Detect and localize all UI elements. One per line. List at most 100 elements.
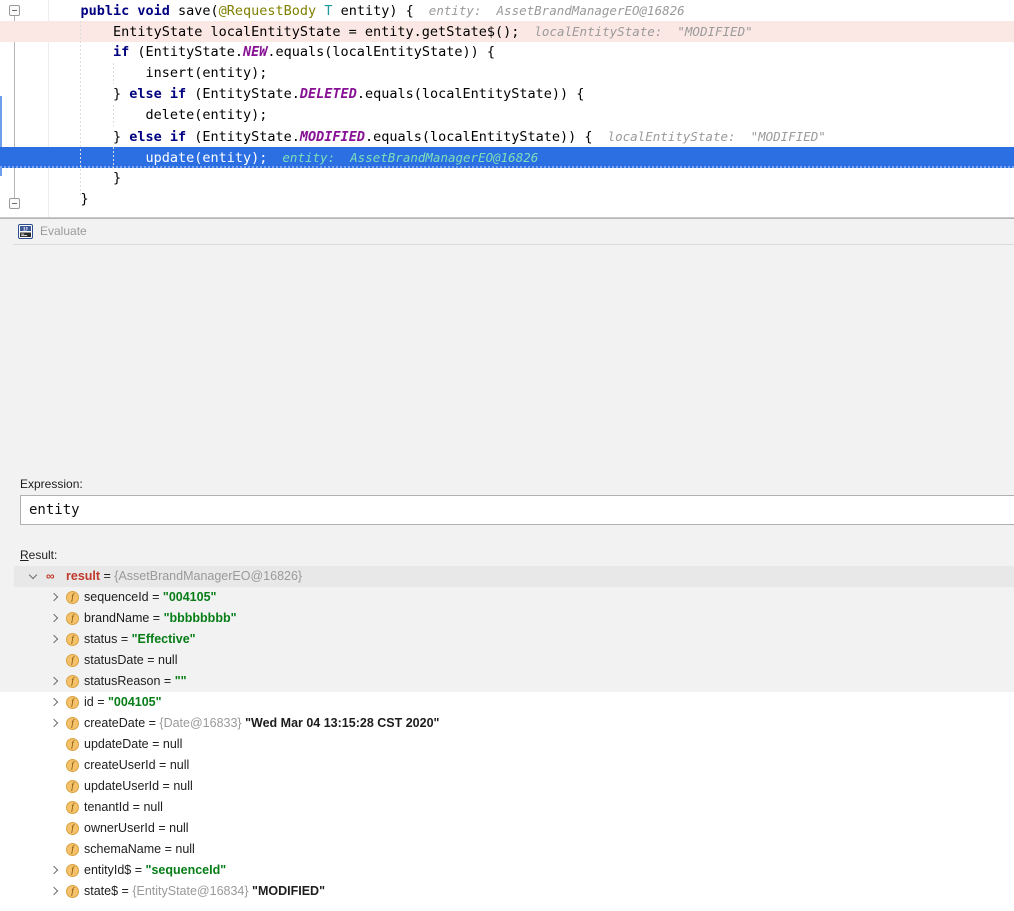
field-icon: f [66,822,79,835]
tree-row[interactable]: f tenantId = null [14,797,1014,818]
code-surface[interactable]: public void save(@RequestBody T entity) … [0,0,1014,218]
field-icon: f [66,801,79,814]
result-glasses-icon: ∞ [46,569,55,583]
field-icon: f [66,843,79,856]
tree-row-label: entityId$ = "sequenceId" [84,863,227,877]
chevron-down-icon[interactable] [28,571,39,582]
tree-row-label: result = {AssetBrandManagerEO@16826} [66,569,303,583]
tree-row-label: tenantId = null [84,800,163,814]
tree-row[interactable]: f createUserId = null [14,755,1014,776]
chevron-right-icon[interactable] [48,592,59,603]
result-tree[interactable]: ∞ result = {AssetBrandManagerEO@16826} f se… [14,566,1014,911]
code-token: else if [129,86,195,102]
chevron-right-icon[interactable] [48,718,59,729]
fold-marker-method-close[interactable] [9,198,20,209]
code-token: insert(entity); [145,65,268,81]
tree-row-result-root[interactable]: ∞ result = {AssetBrandManagerEO@16826} [14,566,1014,587]
code-line[interactable]: delete(entity); [48,105,1014,126]
code-token: NEW [243,44,268,60]
tree-row[interactable]: f ownerUserId = null [14,818,1014,839]
code-token: @RequestBody [218,3,325,19]
chevron-right-icon[interactable] [48,634,59,645]
inline-debugger-hint[interactable]: localEntityState: "MODIFIED" [593,129,826,144]
tree-row[interactable]: f brandName = "bbbbbbbb" [14,608,1014,629]
code-line[interactable]: update(entity); entity: AssetBrandManage… [48,147,1014,168]
field-icon: f [66,864,79,877]
expression-input[interactable]: entity [20,495,1014,525]
dialog-titlebar: IJ Evaluate [0,219,1014,245]
tree-row-label: updateUserId = null [84,779,193,793]
indent-guide [112,147,114,168]
tree-row-label: sequenceId = "004105" [84,590,217,604]
fold-marker-method-open[interactable] [9,5,20,16]
code-token: .equals(localEntityState)) { [267,44,495,60]
expression-label: Expression: [20,477,83,491]
dialog-title: Evaluate [40,224,87,238]
tree-row[interactable]: f status = "Effective" [14,629,1014,650]
tree-row[interactable]: f statusReason = "" [14,671,1014,692]
field-icon: f [66,675,79,688]
chevron-right-icon[interactable] [48,613,59,624]
tree-row-label: brandName = "bbbbbbbb" [84,611,237,625]
code-line[interactable]: } else if (EntityState.DELETED.equals(lo… [48,84,1014,105]
field-icon: f [66,654,79,667]
result-label: Result: [20,548,57,562]
tree-row[interactable]: f id = "004105" [14,692,1014,713]
tree-row-label: id = "004105" [84,695,162,709]
code-token: (EntityState. [194,86,300,102]
code-token: (EntityState. [194,129,300,145]
tree-row-label: statusReason = "" [84,674,187,688]
code-line[interactable]: public void save(@RequestBody T entity) … [48,0,1014,21]
code-token: public [80,3,138,19]
evaluate-dialog: IJ Evaluate Expression: entity Result: ∞… [0,218,1014,898]
code-token: } [112,129,130,145]
code-line[interactable]: EntityState localEntityState = entity.ge… [48,21,1014,42]
field-icon: f [66,885,79,898]
code-token: if [112,44,138,60]
indent-guide [112,105,114,126]
fold-region-line [14,16,15,198]
tree-row-label: createDate = {Date@16833} "Wed Mar 04 13… [84,716,440,730]
tree-row[interactable]: f state$ = {EntityState@16834} "MODIFIED" [14,881,1014,902]
field-icon: f [66,738,79,751]
tree-row[interactable]: f entityId$ = "sequenceId" [14,860,1014,881]
field-icon: f [66,780,79,793]
tree-row[interactable]: f schemaName = null [14,839,1014,860]
chevron-right-icon[interactable] [48,886,59,897]
chevron-right-icon[interactable] [48,697,59,708]
chevron-right-icon[interactable] [48,676,59,687]
field-icon: f [66,717,79,730]
code-line[interactable]: } [48,189,1014,210]
code-token: update(entity); [145,150,268,166]
code-token: else if [129,129,195,145]
code-token: EntityState localEntityState = entity.ge… [112,24,520,40]
field-icon: f [66,696,79,709]
tree-row-label: createUserId = null [84,758,190,772]
tree-row-label: statusDate = null [84,653,178,667]
tree-row[interactable]: f updateUserId = null [14,776,1014,797]
code-token: MODIFIED [299,129,365,145]
field-icon: f [66,591,79,604]
inline-debugger-hint[interactable]: entity: AssetBrandManagerEO@16826 [414,3,685,18]
inline-debugger-hint[interactable]: entity: AssetBrandManagerEO@16826 [267,150,538,165]
chevron-right-icon[interactable] [48,865,59,876]
tree-row[interactable]: f sequenceId = "004105" [14,587,1014,608]
code-token: .equals(localEntityState)) { [364,129,593,145]
code-line[interactable]: if (EntityState.NEW.equals(localEntitySt… [48,42,1014,63]
inline-debugger-hint[interactable]: localEntityState: "MODIFIED" [519,24,752,39]
code-token: delete(entity); [145,107,268,123]
tree-row[interactable]: f statusDate = null [14,650,1014,671]
result-label-rest: esult: [28,548,58,562]
code-token: void [137,3,179,19]
expression-input-value: entity [29,502,80,518]
code-editor[interactable]: public void save(@RequestBody T entity) … [0,0,1014,218]
indent-guide [80,21,82,197]
code-token: } [112,170,122,186]
code-line[interactable]: } else if (EntityState.MODIFIED.equals(l… [48,126,1014,147]
code-line[interactable]: } [48,168,1014,189]
field-icon: f [66,612,79,625]
code-line[interactable]: insert(entity); [48,63,1014,84]
tree-row[interactable]: f updateDate = null [14,734,1014,755]
code-token: DELETED [299,86,357,102]
tree-row[interactable]: f createDate = {Date@16833} "Wed Mar 04 1… [14,713,1014,734]
